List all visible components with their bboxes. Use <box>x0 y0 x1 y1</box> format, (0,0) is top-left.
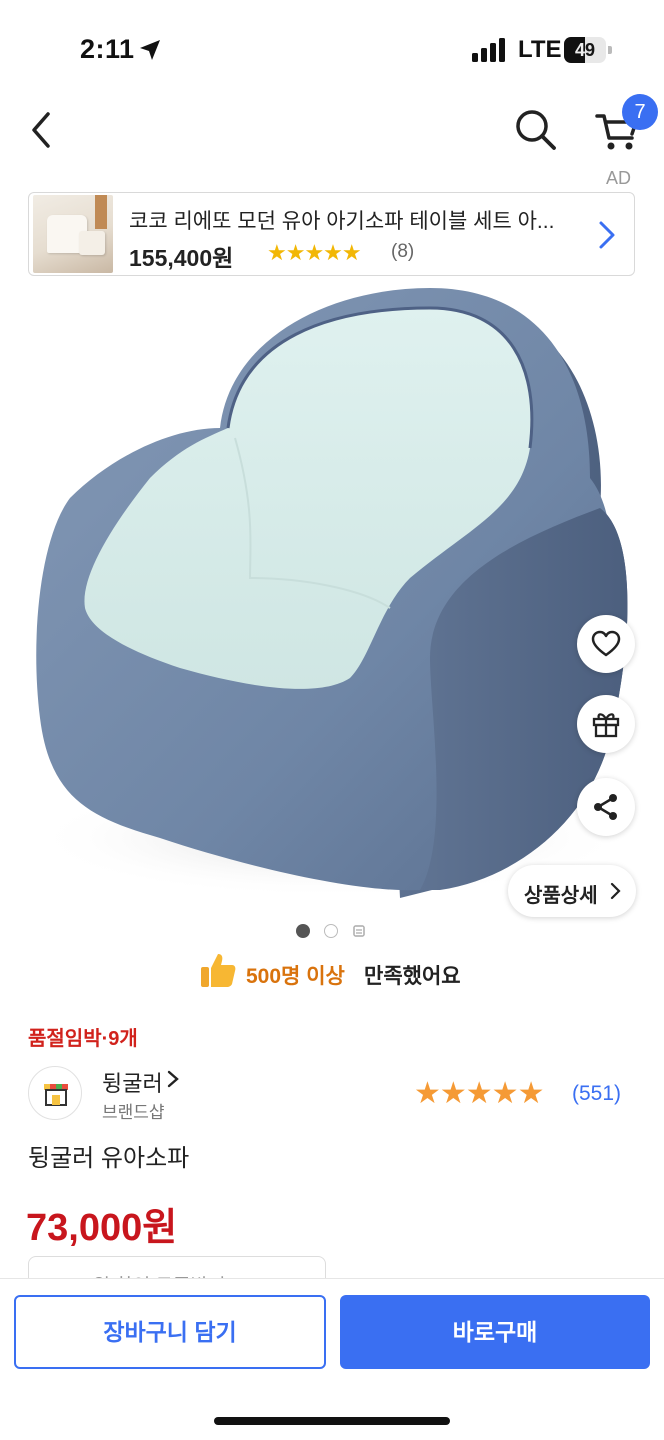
heart-icon <box>591 630 621 657</box>
search-icon[interactable] <box>512 106 558 152</box>
satisfaction-banner: 500명 이상 만족했어요 <box>198 950 498 994</box>
status-time: 2:11 <box>80 34 135 64</box>
bottom-action-bar: 장바구니 담기 바로구매 <box>0 1278 664 1440</box>
page-dot <box>324 924 338 938</box>
buy-now-button[interactable]: 바로구매 <box>340 1295 650 1369</box>
location-arrow-icon <box>140 40 160 60</box>
ad-price: 155,400원 <box>129 245 234 271</box>
wishlist-button[interactable] <box>577 615 635 673</box>
status-bar: 2:11 LTE 49 <box>0 0 664 100</box>
home-indicator <box>214 1417 450 1425</box>
stock-alert: 품절임박·9개 <box>28 1028 138 1050</box>
thumbs-up-icon <box>201 954 236 987</box>
chevron-right-icon[interactable] <box>166 1069 180 1089</box>
brand-logo[interactable] <box>28 1066 82 1120</box>
satisfaction-text: 만족했어요 <box>364 965 461 988</box>
brand-subtitle: 브랜드샵 <box>102 1103 165 1122</box>
add-to-cart-button[interactable]: 장바구니 담기 <box>14 1295 326 1369</box>
store-icon <box>44 1084 68 1106</box>
chevron-right-icon <box>610 882 621 900</box>
brand-name[interactable]: 뒹굴러 <box>102 1066 163 1098</box>
product-detail-button[interactable]: 상품상세 <box>508 865 636 917</box>
ad-review-count: (8) <box>391 241 415 262</box>
satisfaction-count: 500명 이상 <box>246 965 345 988</box>
gift-icon <box>592 713 620 738</box>
product-detail-label: 상품상세 <box>524 885 598 907</box>
cart-count-badge: 7 <box>622 94 658 130</box>
battery-icon: 49 <box>564 37 612 63</box>
ad-title: 코코 리에또 모던 유아 아기소파 테이블 세트 아... <box>129 210 555 233</box>
ad-thumbnail <box>33 195 113 273</box>
network-type: LTE <box>518 36 562 63</box>
gift-button[interactable] <box>577 695 635 753</box>
ad-rating-stars: ★★★★★ <box>267 240 362 265</box>
rating-stars[interactable]: ★★★★★ <box>414 1076 544 1111</box>
signal-icon <box>472 38 505 62</box>
image-pagination-dots <box>296 924 376 940</box>
product-image[interactable] <box>0 278 664 918</box>
back-icon[interactable] <box>22 108 62 152</box>
share-icon <box>594 794 617 820</box>
product-photo-sofa <box>30 288 630 898</box>
chevron-right-icon <box>599 221 615 249</box>
page-dot-active <box>296 924 310 938</box>
battery-level: 49 <box>574 40 596 60</box>
more-images-icon <box>353 925 365 937</box>
ad-banner[interactable]: 코코 리에또 모던 유아 아기소파 테이블 세트 아... 155,400원 ★… <box>28 192 635 276</box>
ad-label: AD <box>606 168 632 188</box>
review-count[interactable]: (551) <box>572 1082 621 1106</box>
product-price: 73,000원 <box>26 1207 178 1249</box>
product-title: 뒹굴러 유아소파 <box>28 1145 190 1172</box>
share-button[interactable] <box>577 778 635 836</box>
